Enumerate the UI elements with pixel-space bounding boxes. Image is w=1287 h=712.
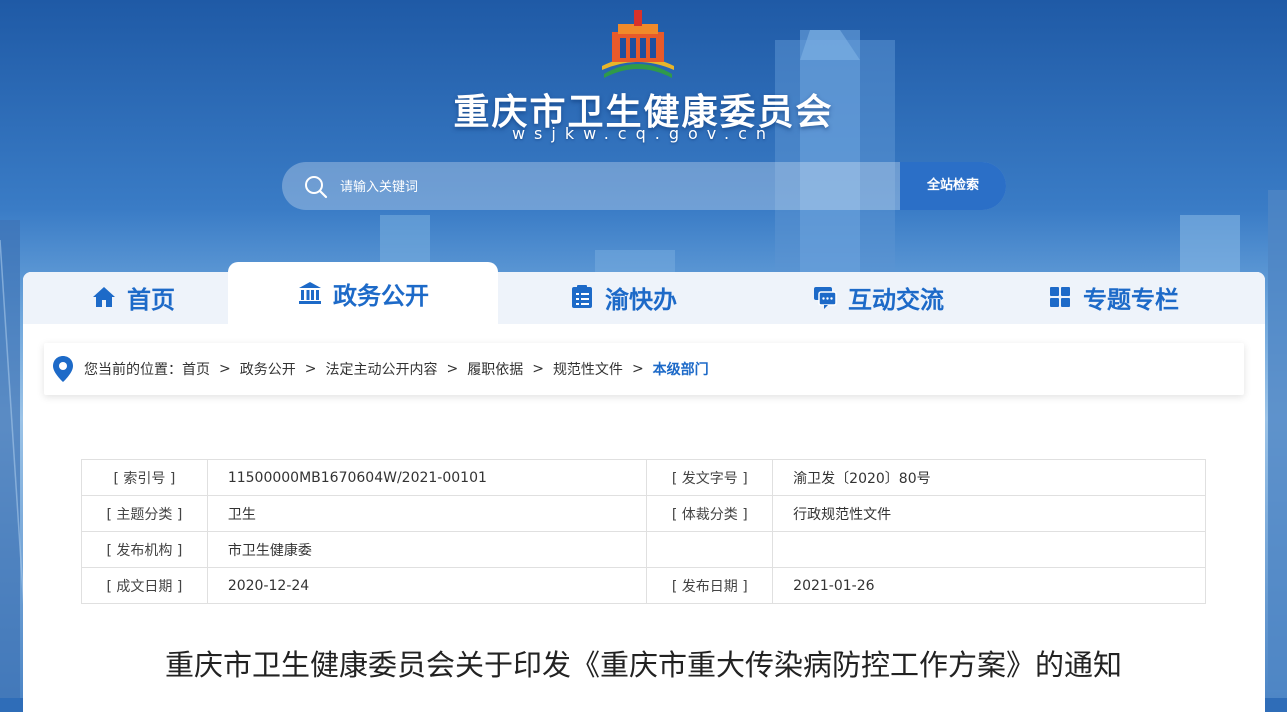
breadcrumb-item-government-affairs[interactable]: 政务公开 bbox=[240, 359, 296, 379]
table-row: [ 成文日期 ] 2020-12-24 [ 发布日期 ] 2021-01-26 bbox=[81, 567, 1206, 604]
metadata-label: [ 发文字号 ] bbox=[646, 459, 774, 496]
metadata-value bbox=[772, 531, 1206, 568]
home-icon bbox=[93, 287, 115, 307]
breadcrumb-separator: > bbox=[304, 361, 317, 377]
metadata-label: [ 发布机构 ] bbox=[81, 531, 208, 568]
metadata-value: 行政规范性文件 bbox=[772, 495, 1206, 532]
tab-government-affairs[interactable]: 政务公开 bbox=[228, 262, 498, 324]
tab-label: 渝快办 bbox=[605, 285, 677, 314]
breadcrumb-item-current[interactable]: 本级部门 bbox=[653, 359, 709, 379]
tab-yukuaiban[interactable]: 渝快办 bbox=[523, 272, 723, 322]
tab-interaction[interactable]: 互动交流 bbox=[763, 272, 993, 322]
breadcrumb-item-statutory-disclosure[interactable]: 法定主动公开内容 bbox=[325, 359, 437, 379]
tab-label: 首页 bbox=[127, 285, 175, 314]
metadata-label: [ 索引号 ] bbox=[81, 459, 208, 496]
breadcrumb-item-duty-basis[interactable]: 履职依据 bbox=[467, 359, 523, 379]
tab-label: 专题专栏 bbox=[1083, 285, 1179, 314]
document-title: 重庆市卫生健康委员会关于印发《重庆市重大传染病防控工作方案》的通知 bbox=[164, 648, 1122, 682]
metadata-value: 渝卫发〔2020〕80号 bbox=[772, 459, 1206, 496]
metadata-label: [ 体裁分类 ] bbox=[646, 495, 774, 532]
table-row: [ 发布机构 ] 市卫生健康委 bbox=[81, 531, 1206, 568]
main-nav: 首页 政务公开 渝快办 互动交流 专题专栏 bbox=[23, 262, 1265, 324]
table-row: [ 主题分类 ] 卫生 [ 体裁分类 ] 行政规范性文件 bbox=[81, 495, 1206, 532]
document-metadata-table: [ 索引号 ] 11500000MB1670604W/2021-00101 [ … bbox=[81, 459, 1206, 604]
tab-label: 政务公开 bbox=[333, 281, 429, 310]
search-icon bbox=[305, 176, 328, 199]
site-logo bbox=[602, 10, 674, 78]
breadcrumb: 您当前的位置： 首页 > 政务公开 > 法定主动公开内容 > 履职依据 > 规范… bbox=[44, 343, 1244, 395]
metadata-value: 2021-01-26 bbox=[772, 567, 1206, 604]
metadata-label: [ 主题分类 ] bbox=[81, 495, 208, 532]
location-pin-icon bbox=[53, 356, 73, 382]
clipboard-checklist-icon bbox=[572, 285, 592, 308]
chat-bubble-icon bbox=[814, 287, 837, 309]
grid-icon bbox=[1050, 287, 1070, 307]
metadata-label: [ 发布日期 ] bbox=[646, 567, 774, 604]
search-input[interactable] bbox=[338, 162, 902, 210]
tab-special-topics[interactable]: 专题专栏 bbox=[1023, 272, 1203, 322]
government-building-icon bbox=[299, 282, 321, 304]
metadata-label: [ 成文日期 ] bbox=[81, 567, 208, 604]
metadata-value: 2020-12-24 bbox=[206, 567, 648, 604]
metadata-value: 市卫生健康委 bbox=[206, 531, 648, 568]
site-domain: wsjkw.cq.gov.cn bbox=[511, 124, 776, 143]
metadata-label bbox=[646, 531, 774, 568]
breadcrumb-separator: > bbox=[532, 361, 544, 377]
tab-label: 互动交流 bbox=[848, 285, 944, 314]
breadcrumb-item-home[interactable]: 首页 bbox=[182, 359, 210, 379]
breadcrumb-item-normative-documents[interactable]: 规范性文件 bbox=[553, 359, 623, 379]
search-bar: 全站检索 bbox=[282, 162, 1006, 210]
metadata-value: 卫生 bbox=[206, 495, 648, 532]
breadcrumb-separator: > bbox=[219, 361, 231, 377]
site-search-button[interactable]: 全站检索 bbox=[900, 162, 1006, 210]
table-row: [ 索引号 ] 11500000MB1670604W/2021-00101 [ … bbox=[81, 459, 1206, 496]
tab-home[interactable]: 首页 bbox=[43, 272, 223, 322]
breadcrumb-separator: > bbox=[446, 361, 459, 377]
breadcrumb-prefix: 您当前的位置： bbox=[84, 362, 182, 378]
metadata-value: 11500000MB1670604W/2021-00101 bbox=[206, 459, 648, 496]
breadcrumb-separator: > bbox=[631, 361, 644, 377]
